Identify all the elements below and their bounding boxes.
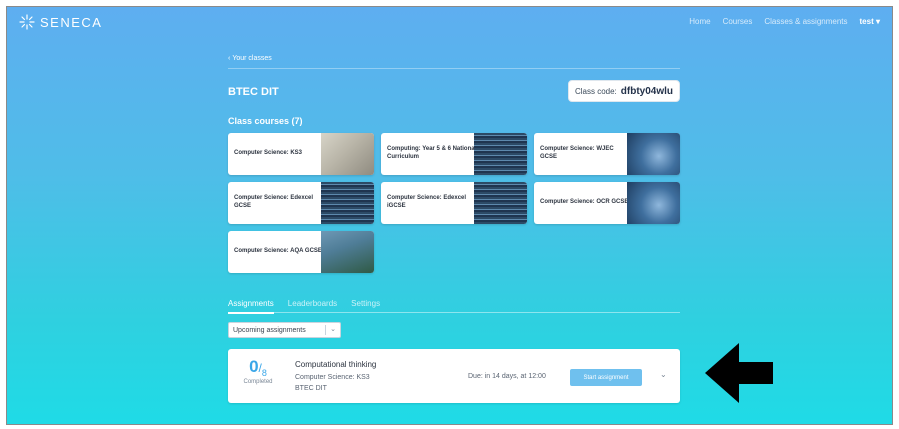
course-card[interactable]: Computer Science: AQA GCSE — [228, 231, 374, 273]
assignment-title: Computational thinking — [295, 360, 377, 369]
course-card-image — [627, 182, 680, 224]
course-card-title: Computing: Year 5 & 6 National Curriculu… — [387, 146, 477, 160]
top-nav: SENECA Home Courses Classes & assignment… — [7, 7, 892, 39]
nav-link-courses[interactable]: Courses — [723, 17, 753, 26]
logo[interactable]: SENECA — [19, 14, 102, 30]
nav-links: Home Courses Classes & assignments test … — [689, 17, 880, 26]
course-card-title: Computer Science: Edexcel GCSE — [234, 195, 314, 209]
assignment-info: Computational thinking Computer Science:… — [295, 358, 376, 395]
course-card[interactable]: Computer Science: Edexcel iGCSE — [381, 182, 527, 224]
assignment-course: Computer Science: KS3 — [295, 373, 370, 381]
course-card[interactable]: Computer Science: KS3 — [228, 133, 374, 175]
course-card-title: Computer Science: WJEC GCSE — [540, 146, 614, 160]
course-card-title: Computer Science: Edexcel iGCSE — [387, 195, 467, 209]
app-frame: SENECA Home Courses Classes & assignment… — [6, 6, 893, 425]
course-card-image — [474, 133, 527, 175]
chevron-down-icon: ⌄ — [330, 326, 336, 333]
course-card[interactable]: Computer Science: OCR GCSE — [534, 182, 680, 224]
seneca-logo-icon — [19, 14, 35, 30]
assignment-class: BTEC DIT — [295, 385, 327, 393]
completed-count: 0 — [249, 357, 259, 376]
course-card-title: Computer Science: AQA GCSE — [234, 248, 322, 255]
logo-text: SENECA — [40, 14, 103, 30]
course-card[interactable]: Computing: Year 5 & 6 National Curriculu… — [381, 133, 527, 175]
chevron-left-icon: ‹ — [228, 55, 231, 62]
class-code-badge[interactable]: Class code: dfbty04wlu — [567, 80, 680, 102]
nav-link-home[interactable]: Home — [689, 17, 710, 26]
course-card-image — [321, 231, 374, 273]
chevron-down-icon[interactable]: ⌄ — [660, 370, 667, 379]
caret-down-icon: ▾ — [875, 17, 880, 26]
course-card[interactable]: Computer Science: Edexcel GCSE — [228, 182, 374, 224]
course-card-title: Computer Science: OCR GCSE — [540, 199, 629, 206]
completed-label: Completed — [243, 379, 273, 385]
divider — [228, 68, 680, 69]
class-courses-heading: Class courses (7) — [228, 116, 303, 126]
user-menu[interactable]: test ▾ — [860, 17, 880, 26]
back-to-classes-link[interactable]: ‹ Your classes — [228, 55, 272, 62]
assignment-card: 0/8 Completed Computational thinking Com… — [228, 349, 680, 403]
back-link-label: Your classes — [232, 55, 272, 62]
tabs-divider — [228, 312, 680, 313]
class-code-label: Class code: — [574, 86, 617, 96]
class-code-value: dfbty04wlu — [620, 85, 673, 97]
course-card-image — [627, 133, 680, 175]
select-divider — [325, 325, 326, 335]
course-card[interactable]: Computer Science: WJEC GCSE — [534, 133, 680, 175]
user-name: test — [859, 17, 874, 26]
assignment-progress: 0/8 Completed — [238, 357, 278, 385]
assignment-filter-value: Upcoming assignments — [233, 326, 306, 334]
start-assignment-button[interactable]: Start assignment — [570, 369, 642, 386]
course-card-image — [321, 133, 374, 175]
course-card-title: Computer Science: KS3 — [234, 150, 303, 157]
nav-link-classes-assignments[interactable]: Classes & assignments — [764, 17, 847, 26]
assignment-filter-select[interactable]: Upcoming assignments ⌄ — [228, 322, 341, 338]
class-title: BTEC DIT — [228, 86, 279, 98]
course-card-image — [474, 182, 527, 224]
assignment-due-date: Due: in 14 days, at 12:00 — [468, 373, 546, 380]
course-card-image — [321, 182, 374, 224]
arrow-left-icon — [705, 343, 773, 403]
total-count: 8 — [261, 368, 267, 378]
